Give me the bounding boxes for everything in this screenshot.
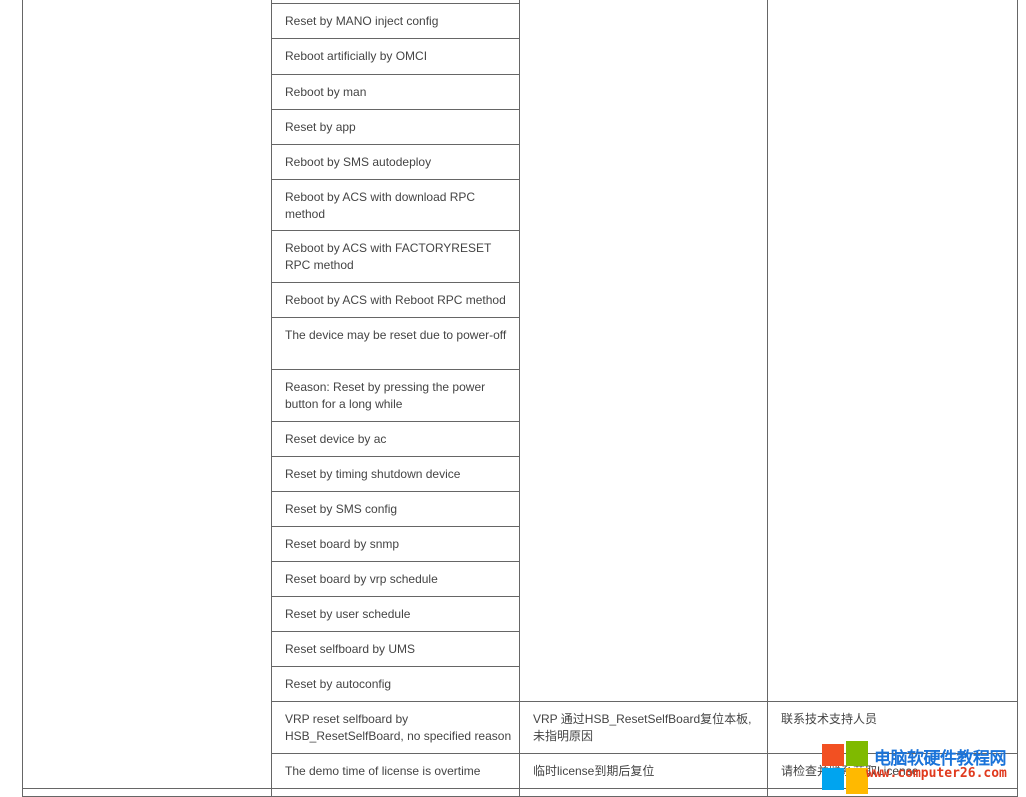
cause-cell: Reset by user schedule xyxy=(271,596,520,632)
cause-cell: Reboot by man xyxy=(271,74,520,110)
description-cell xyxy=(519,0,768,702)
logo-square-icon xyxy=(846,768,868,794)
empty-cell xyxy=(519,788,768,797)
action-cell xyxy=(767,0,1018,702)
empty-cell xyxy=(271,788,520,797)
logo-square-icon xyxy=(822,744,844,766)
cause-cell: Reset by SMS config xyxy=(271,491,520,527)
empty-cell xyxy=(22,788,272,797)
description-cell: 临时license到期后复位 xyxy=(519,753,768,789)
cause-cell: Reboot artificially by OMCI xyxy=(271,38,520,75)
table-row xyxy=(22,0,1018,789)
cause-cell: Reset by autoconfig xyxy=(271,666,520,702)
cause-cell: Reboot by ACS with download RPC method xyxy=(271,179,520,231)
category-cell xyxy=(22,0,272,789)
cause-cell: Reason: Reset by pressing the power butt… xyxy=(271,369,520,422)
cause-cell: Reset by app xyxy=(271,109,520,145)
logo-square-icon xyxy=(822,768,844,790)
cause-cell: Reset board by snmp xyxy=(271,526,520,562)
cause-cell: The demo time of license is overtime xyxy=(271,753,520,789)
cause-cell: Reset board by vrp schedule xyxy=(271,561,520,597)
cause-cell: The device may be reset due to power-off xyxy=(271,317,520,370)
logo-square-icon xyxy=(846,741,868,766)
watermark-url: www.computer26.com xyxy=(866,766,1007,781)
cause-cell: Reset by timing shutdown device xyxy=(271,456,520,492)
cause-cell: Reset by MANO inject config xyxy=(271,3,520,39)
description-cell: VRP 通过HSB_ResetSelfBoard复位本板,未指明原因 xyxy=(519,701,768,754)
watermark-logo: 电脑软硬件教程网 www.computer26.com xyxy=(822,740,1022,797)
cause-cell: Reset selfboard by UMS xyxy=(271,631,520,667)
cause-cell: Reboot by SMS autodeploy xyxy=(271,144,520,180)
reset-cause-table: Reset by MANO inject config Reboot artifi… xyxy=(22,0,1018,797)
cause-cell: Reboot by ACS with FACTORYRESET RPC meth… xyxy=(271,230,520,283)
cause-cell: VRP reset selfboard by HSB_ResetSelfBoar… xyxy=(271,701,520,754)
cause-cell: Reset device by ac xyxy=(271,421,520,457)
cause-cell: Reboot by ACS with Reboot RPC method xyxy=(271,282,520,318)
